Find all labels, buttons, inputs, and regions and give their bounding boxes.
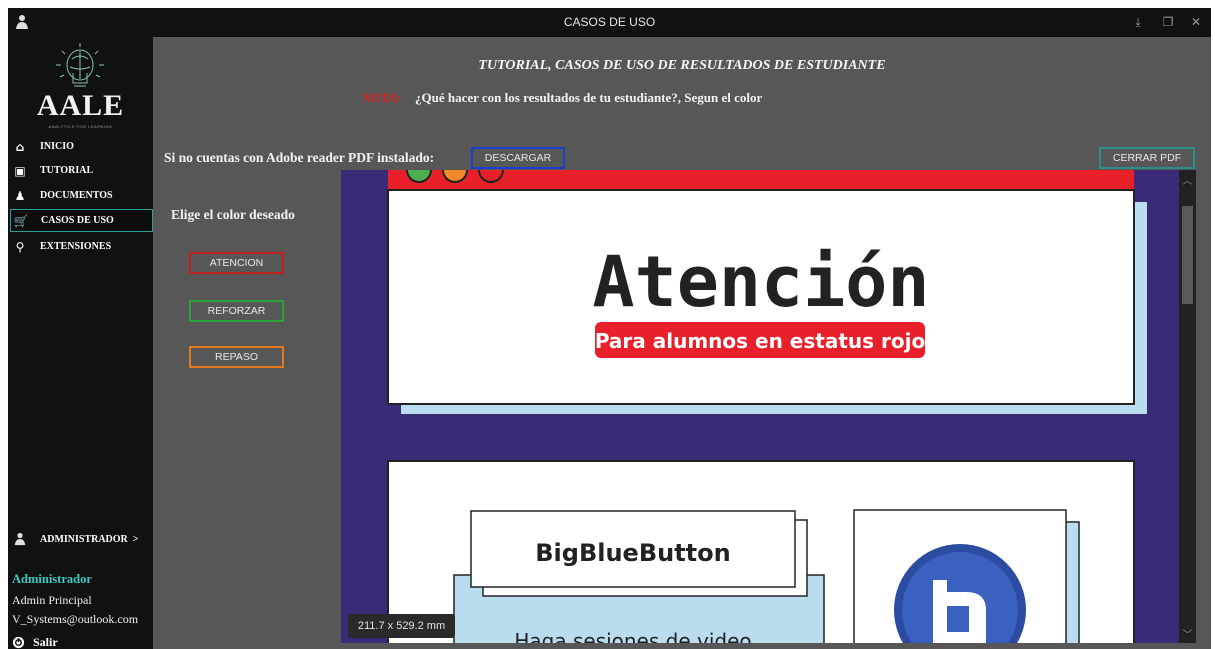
logout-button[interactable]: Salir	[12, 635, 58, 649]
scroll-down-icon[interactable]: ﹀	[1179, 626, 1196, 641]
repaso-button[interactable]: REPASO	[189, 346, 284, 368]
choose-color-label: Elige el color deseado	[171, 207, 295, 222]
sidebar-item-label: CASOS DE USO	[41, 215, 114, 226]
sidebar-item-label: INICIO	[40, 141, 74, 152]
pdf-subtitle-text: Para alumnos en estatus rojo	[595, 329, 925, 353]
note-line: NOTA: ¿Qué hacer con los resultados de tu…	[362, 90, 762, 106]
pdf-page-content: Atención Para alumnos en estatus rojo Bi…	[387, 170, 1147, 643]
user-role: Administrador	[12, 572, 92, 586]
user-email: V_Systems@outlook.com	[12, 612, 139, 626]
scroll-up-icon[interactable]: ︿	[1179, 172, 1196, 187]
logo-subtext: ANALYTICS FOR LEARNING	[48, 124, 113, 129]
admin-label: ADMINISTRADOR >	[40, 533, 139, 545]
admin-menu[interactable]: ADMINISTRADOR >	[10, 528, 153, 550]
download-prompt: Si no cuentas con Adobe reader PDF insta…	[164, 150, 435, 165]
scrollbar-thumb[interactable]	[1182, 206, 1193, 304]
logout-label: Salir	[33, 635, 58, 649]
sidebar-item-label: TUTORIAL	[40, 165, 94, 176]
sidebar-item-inicio[interactable]: ⌂ INICIO	[10, 135, 153, 158]
pdf-card-title: BigBlueButton	[535, 539, 730, 567]
home-icon: ⌂	[15, 139, 25, 154]
sidebar-item-label: DOCUMENTOS	[40, 190, 113, 201]
pdf-viewer[interactable]: Atención Para alumnos en estatus rojo Bi…	[341, 170, 1196, 643]
sidebar: AALE ANALYTICS FOR LEARNING ⌂ INICIO ▣ T…	[8, 37, 153, 649]
sidebar-item-label: EXTENSIONES	[40, 241, 112, 252]
sidebar-item-tutorial[interactable]: ▣ TUTORIAL	[10, 159, 153, 182]
close-icon[interactable]: ✕	[1188, 14, 1204, 30]
sidebar-item-casos-de-uso[interactable]: 🛒 CASOS DE USO	[10, 209, 153, 232]
pdf-scrollbar[interactable]: ︿ ﹀	[1179, 170, 1196, 643]
reforzar-button[interactable]: REFORZAR	[189, 300, 284, 322]
documents-icon: ♟	[14, 188, 26, 203]
title-bar: CASOS DE USO ⤓ ❐ ✕	[8, 8, 1211, 37]
page-size-badge: 211.7 x 529.2 mm	[348, 614, 455, 638]
download-button[interactable]: DESCARGAR	[471, 147, 565, 169]
page-title: TUTORIAL, CASOS DE USO DE RESULTADOS DE …	[478, 58, 886, 73]
app-window: CASOS DE USO ⤓ ❐ ✕ AALE ANALYTICS FOR LE…	[8, 8, 1211, 649]
close-pdf-button[interactable]: CERRAR PDF	[1099, 147, 1195, 169]
sidebar-item-documentos[interactable]: ♟ DOCUMENTOS	[10, 184, 153, 207]
atencion-button[interactable]: ATENCION	[189, 252, 284, 274]
user-name: Admin Principal	[12, 593, 92, 607]
pdf-title-text: Atención	[592, 241, 929, 323]
pdf-card-text: Haga sesiones de video	[514, 629, 751, 643]
download-icon[interactable]: ⤓	[1130, 14, 1146, 30]
tutorial-icon: ▣	[14, 163, 26, 178]
maximize-icon[interactable]: ❐	[1160, 14, 1176, 30]
search-icon: ⚲	[15, 239, 25, 254]
sidebar-item-extensiones[interactable]: ⚲ EXTENSIONES	[10, 235, 153, 258]
note-text: ¿Qué hacer con los resultados de tu estu…	[415, 90, 763, 105]
note-label: NOTA:	[362, 90, 401, 105]
logo-text: AALE	[36, 89, 125, 122]
admin-icon	[12, 531, 28, 547]
window-title: CASOS DE USO	[563, 15, 656, 29]
cart-icon: 🛒	[13, 213, 29, 228]
power-icon	[12, 636, 25, 649]
